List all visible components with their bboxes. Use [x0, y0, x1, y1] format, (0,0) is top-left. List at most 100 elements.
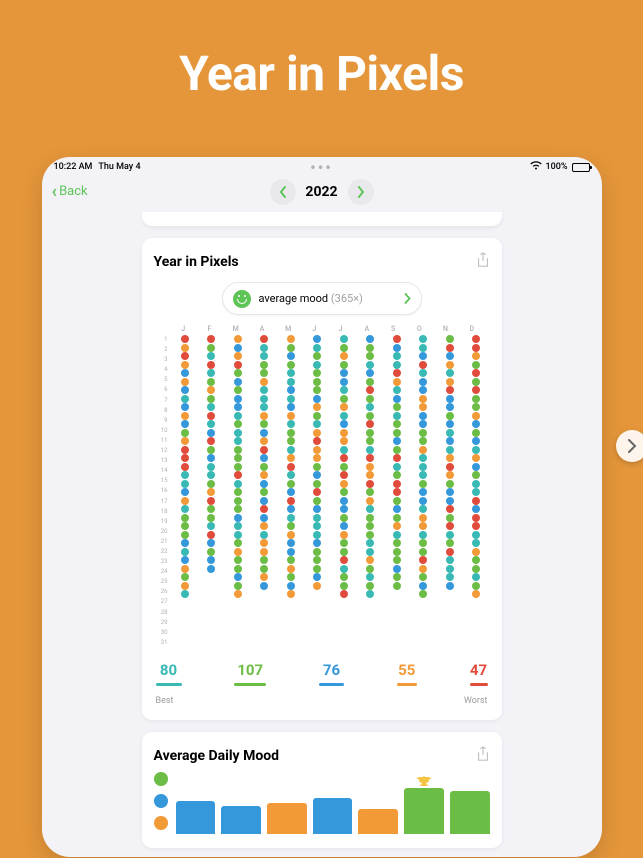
pixel-dot: [207, 471, 215, 479]
pixel-dot: [181, 590, 189, 598]
pixel-dot: [260, 412, 268, 420]
pixel-dot: [340, 403, 348, 411]
pixel-dot: [234, 361, 242, 369]
pixel-dot: [366, 378, 374, 386]
month-header: J: [303, 325, 326, 333]
pixel-dot: [287, 352, 295, 360]
pixel-dot: [287, 386, 295, 394]
pixel-dot: [419, 403, 427, 411]
pixel-dot: [340, 420, 348, 428]
scroll-content[interactable]: Year in Pixels average mood (365×) JFMAM…: [42, 212, 602, 852]
pixel-dot: [419, 361, 427, 369]
day-number: 4: [164, 365, 167, 375]
pixel-dot: [393, 514, 401, 522]
mood-filter-pill[interactable]: average mood (365×): [222, 282, 422, 315]
day-number: 8: [164, 406, 167, 416]
pixel-dot: [340, 352, 348, 360]
pixel-dot: [472, 531, 480, 539]
pixel-dot: [313, 352, 321, 360]
pixel-dot: [181, 395, 189, 403]
pixel-dot: [340, 548, 348, 556]
pixel-dot: [181, 420, 189, 428]
mood-count: 76: [319, 661, 344, 686]
pixel-dot: [472, 463, 480, 471]
day-number: 25: [161, 577, 168, 587]
pixel-dot: [287, 471, 295, 479]
pixel-dot: [446, 556, 454, 564]
pixel-dot: [340, 488, 348, 496]
pixel-dot: [340, 497, 348, 505]
back-button[interactable]: ‹ Back: [52, 181, 88, 202]
mood-counts: 80107765547: [154, 647, 490, 690]
pixel-dot: [366, 395, 374, 403]
pixel-dot: [181, 548, 189, 556]
pixel-dot: [313, 573, 321, 581]
pixel-dot: [181, 480, 189, 488]
pixel-dot: [287, 420, 295, 428]
avg-bar: [221, 806, 261, 835]
pixel-dot: [260, 565, 268, 573]
day-number: 17: [161, 497, 168, 507]
pixel-dot: [393, 565, 401, 573]
pixel-dot: [393, 548, 401, 556]
year-label: 2022: [305, 184, 337, 200]
pixel-dot: [287, 522, 295, 530]
pixel-dot: [393, 471, 401, 479]
pixel-dot: [419, 454, 427, 462]
pixel-dot: [207, 539, 215, 547]
card-title: Average Daily Mood: [154, 748, 280, 764]
pixel-dot: [207, 488, 215, 496]
share-icon[interactable]: [476, 252, 490, 272]
pixel-dot: [340, 463, 348, 471]
pixel-dot: [366, 429, 374, 437]
pixel-dot: [313, 531, 321, 539]
pixel-dot: [393, 335, 401, 343]
pixel-dot: [260, 548, 268, 556]
pixel-dot: [207, 548, 215, 556]
share-icon[interactable]: [476, 746, 490, 766]
pixel-dot: [419, 480, 427, 488]
pixel-dot: [446, 344, 454, 352]
pixel-dot: [260, 437, 268, 445]
pixel-dot: [340, 505, 348, 513]
pixel-dot: [366, 582, 374, 590]
pixel-dot: [366, 565, 374, 573]
pixel-dot: [287, 412, 295, 420]
pixel-dot: [446, 463, 454, 471]
pixel-dot: [419, 514, 427, 522]
pixel-dot: [446, 395, 454, 403]
pixel-dot: [260, 539, 268, 547]
mood-count: 107: [234, 661, 266, 686]
pixel-dot: [366, 420, 374, 428]
pixel-dot: [446, 335, 454, 343]
pixel-dot: [340, 565, 348, 573]
pixel-dot: [446, 378, 454, 386]
pixel-dot: [419, 522, 427, 530]
month-header: J: [172, 325, 195, 333]
pixel-dot: [446, 403, 454, 411]
year-next-button[interactable]: [348, 179, 374, 205]
pixel-dot: [472, 446, 480, 454]
pixel-dot: [393, 437, 401, 445]
pixel-dot: [366, 335, 374, 343]
year-prev-button[interactable]: [269, 179, 295, 205]
card-stub: [142, 212, 502, 226]
pixel-dot: [393, 412, 401, 420]
pixel-dot: [340, 454, 348, 462]
pixel-dot: [472, 437, 480, 445]
pixel-dot: [260, 463, 268, 471]
pixel-dot: [419, 437, 427, 445]
pixel-dot: [181, 335, 189, 343]
pixel-dot: [446, 429, 454, 437]
pixel-dot: [260, 429, 268, 437]
nav-bar: ‹ Back 2022: [42, 175, 602, 212]
pixel-dot: [446, 539, 454, 547]
pixel-dot: [234, 335, 242, 343]
month-header: M: [276, 325, 299, 333]
pixel-dot: [260, 471, 268, 479]
carousel-next-button[interactable]: [616, 430, 643, 462]
pixel-dot: [472, 378, 480, 386]
pixel-dot: [446, 488, 454, 496]
pixel-dot: [393, 378, 401, 386]
pixel-dot: [207, 395, 215, 403]
